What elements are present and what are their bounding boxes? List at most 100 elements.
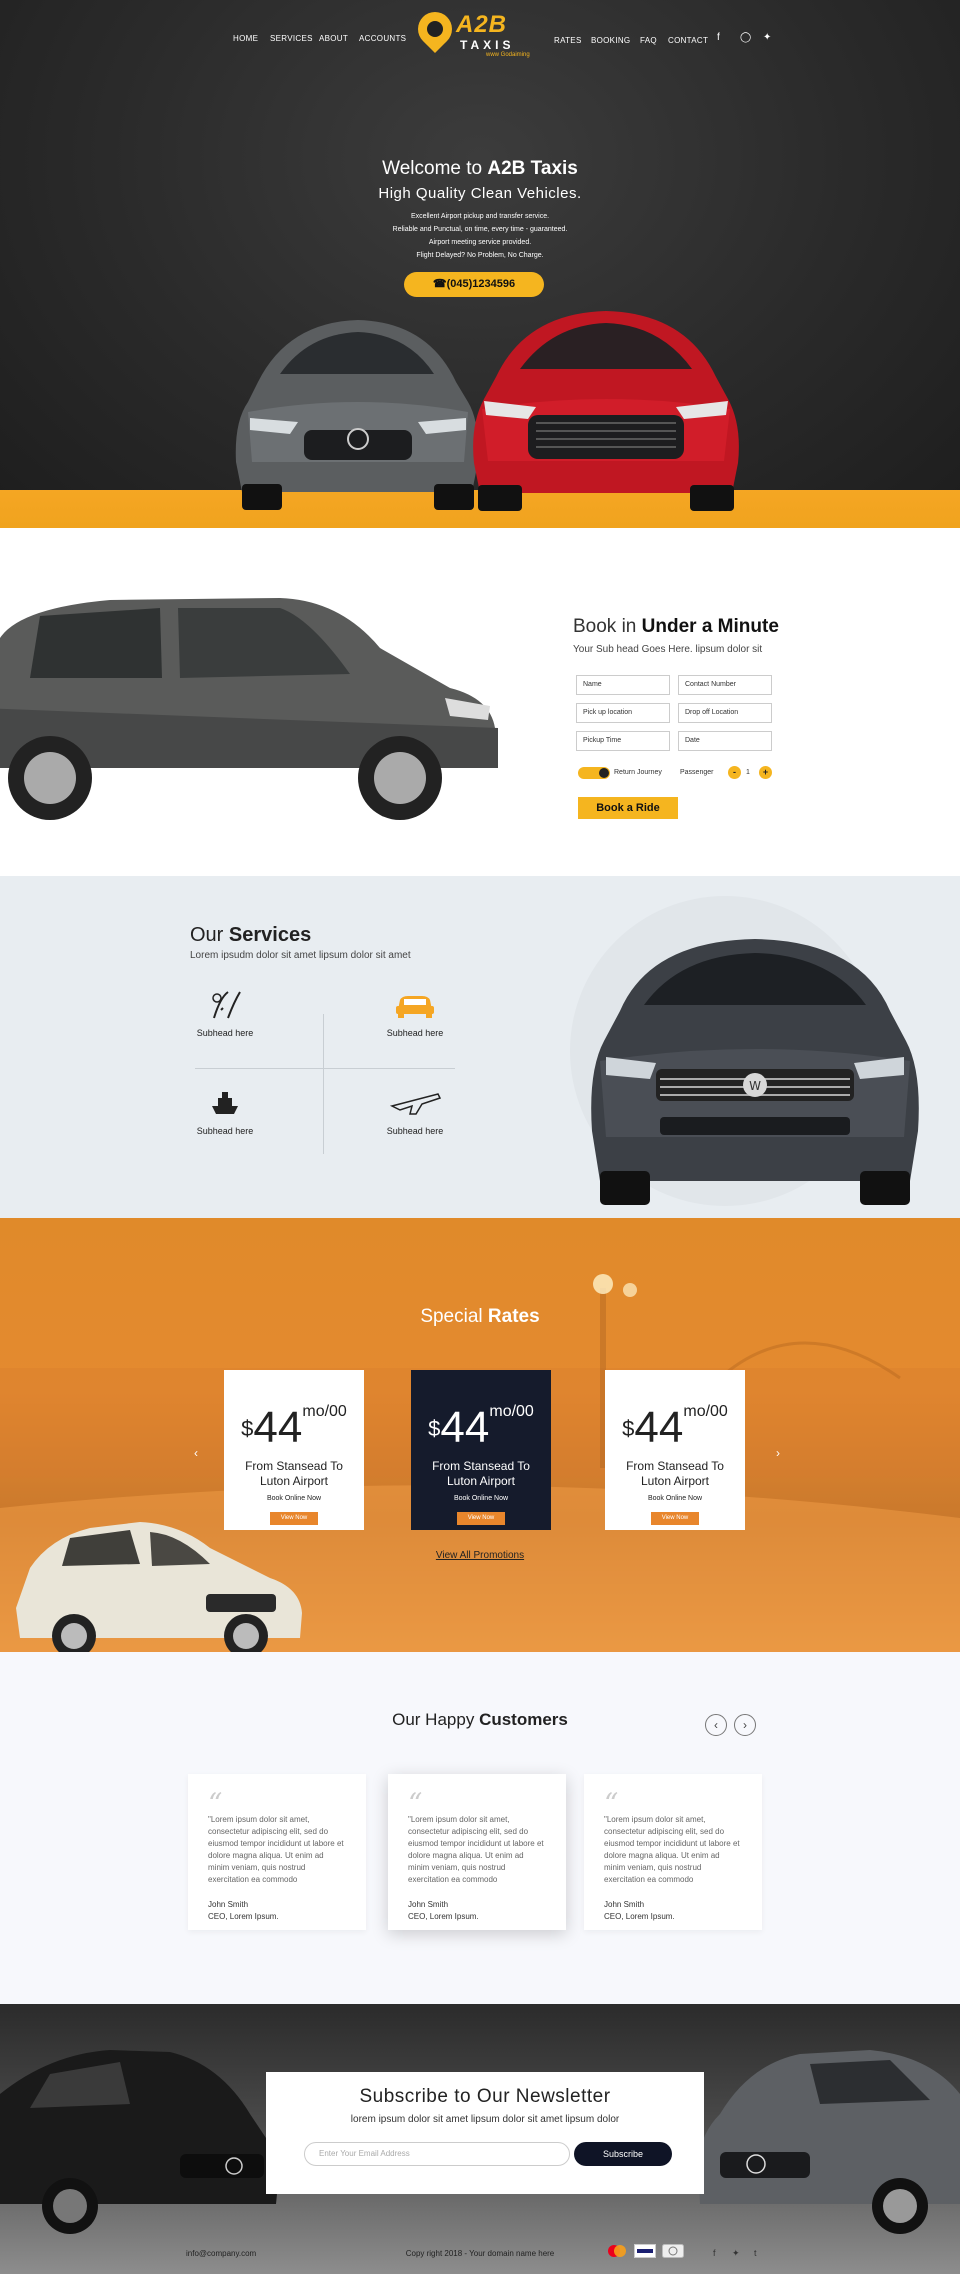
footer-copyright: Copy right 2018 - Your domain name here (405, 2249, 555, 2258)
quote-icon: “ (604, 1787, 619, 1820)
phone-number: (045)1234596 (446, 278, 516, 290)
subscribe-button[interactable]: Subscribe (574, 2142, 672, 2166)
service-item[interactable]: Subhead here (360, 988, 470, 1038)
contact-number-field[interactable]: Contact Number (678, 675, 772, 695)
nav-contact[interactable]: CONTACT (668, 36, 708, 45)
services-title: Our Services (190, 924, 312, 946)
minivan-image (0, 598, 498, 820)
testimonial-card: “ "Lorem ipsum dolor sit amet, consectet… (388, 1774, 566, 1930)
nav-booking[interactable]: BOOKING (591, 36, 630, 45)
date-field[interactable]: Date (678, 731, 772, 751)
instagram-icon[interactable]: ◯ (740, 32, 751, 43)
rate-card[interactable]: $44mo/00 From Stansead To Luton Airport … (605, 1370, 745, 1530)
newsletter-email-input[interactable]: Enter Your Email Address (304, 2142, 570, 2166)
booking-subtitle: Your Sub head Goes Here. lipsum dolor si… (573, 644, 763, 655)
return-journey-toggle[interactable] (578, 767, 610, 779)
svg-text:W: W (749, 1079, 761, 1093)
testimonial-name: John Smith (604, 1900, 645, 1909)
hero-features: Excellent Airport pickup and transfer se… (0, 210, 960, 262)
grey-sedan-right-image (698, 2050, 960, 2234)
service-label: Subhead here (196, 1126, 254, 1136)
testimonial-card: “ "Lorem ipsum dolor sit amet, consectet… (188, 1774, 366, 1930)
testimonial-text: "Lorem ipsum dolor sit amet, consectetur… (208, 1815, 344, 1884)
hero-section: HOME SERVICES ABOUT ACCOUNTS RATES BOOKI… (0, 0, 960, 528)
black-sedan-left-image (0, 2050, 278, 2234)
testimonial-prev-button[interactable]: ‹ (705, 1714, 727, 1736)
return-journey-label: Return Journey (614, 769, 662, 776)
testimonial-role: CEO, Lorem Ipsum. (408, 1912, 479, 1921)
testimonial-name: John Smith (208, 1900, 249, 1909)
testimonial-card: “ "Lorem ipsum dolor sit amet, consectet… (584, 1774, 762, 1930)
testimonials-title: Our Happy Customers (392, 1710, 568, 1729)
mastercard-icon (608, 2245, 626, 2257)
hero-feature-line: Airport meeting service provided. (428, 239, 532, 246)
testimonial-next-button[interactable]: › (734, 1714, 756, 1736)
hero-feature-line: Reliable and Punctual, on time, every ti… (392, 226, 568, 233)
service-item[interactable]: Subhead here (360, 1086, 470, 1136)
view-now-button[interactable]: View Now (651, 1512, 699, 1525)
rate-card[interactable]: $44mo/00 From Stansead To Luton Airport … (411, 1370, 551, 1530)
visa-icon (634, 2244, 656, 2258)
newsletter-section: Subscribe to Our Newsletter lorem ipsum … (0, 2004, 960, 2274)
nav-services[interactable]: SERVICES (270, 34, 313, 43)
newsletter-title: Subscribe to Our Newsletter (359, 2086, 611, 2107)
logo-tag: www Godaiming (486, 52, 530, 58)
passenger-label: Passenger (680, 769, 714, 776)
rates-title: Special Rates (420, 1306, 540, 1327)
nav-accounts[interactable]: ACCOUNTS (359, 34, 406, 43)
footer-facebook-icon[interactable]: f (713, 2248, 716, 2258)
pickup-time-field[interactable]: Pickup Time (576, 731, 670, 751)
booking-section: Book in Under a Minute Your Sub head Goe… (0, 528, 960, 876)
service-label: Subhead here (386, 1028, 444, 1038)
ship-icon (212, 1092, 238, 1114)
quote-icon: “ (408, 1787, 423, 1820)
footer-tumblr-icon[interactable]: t (754, 2248, 757, 2258)
hero-feature-line: Flight Delayed? No Problem, No Charge. (416, 252, 544, 259)
rate-card[interactable]: $44mo/00 From Stansead To Luton Airport … (224, 1370, 364, 1530)
service-item[interactable]: Subhead here (170, 1086, 280, 1136)
logo-sub: TAXIS (460, 38, 515, 52)
rate-route: From Stansead To Luton Airport (245, 1459, 343, 1488)
book-ride-button[interactable]: Book a Ride (578, 797, 678, 819)
footer-twitter-icon[interactable]: ✦ (732, 2248, 740, 2259)
passenger-increase-button[interactable]: + (759, 766, 772, 779)
pickup-location-field[interactable]: Pick up location (576, 703, 670, 723)
passenger-count: 1 (746, 769, 750, 776)
rates-next-arrow[interactable]: › (776, 1446, 780, 1460)
special-rates-section: Special Rates ‹ › $44mo/00 From Stansead… (0, 1218, 960, 1652)
rates-prev-arrow[interactable]: ‹ (194, 1446, 198, 1460)
booking-title: Book in Under a Minute (573, 616, 779, 637)
passenger-decrease-button[interactable]: - (728, 766, 741, 779)
red-sedan-image (473, 311, 739, 511)
rate-price: $44mo/00 (622, 1403, 728, 1452)
testimonial-text: "Lorem ipsum dolor sit amet, consectetur… (604, 1815, 740, 1884)
location-pin-icon (410, 4, 460, 54)
newsletter-box: Subscribe to Our Newsletter lorem ipsum … (266, 2072, 704, 2194)
testimonial-role: CEO, Lorem Ipsum. (208, 1912, 279, 1921)
service-item[interactable]: Subhead here (170, 988, 280, 1038)
nav-home[interactable]: HOME (233, 34, 258, 43)
services-subtitle: Lorem ipsudm dolor sit amet lipsum dolor… (190, 950, 411, 961)
rate-route: From Stansead To Luton Airport (432, 1459, 530, 1488)
hero-subtitle: High Quality Clean Vehicles. (378, 185, 582, 202)
site-logo[interactable]: A2B TAXIS www Godaiming (410, 4, 542, 66)
nav-faq[interactable]: FAQ (640, 36, 657, 45)
facebook-icon[interactable]: f (717, 32, 720, 43)
road-icon (212, 991, 241, 1019)
dropoff-location-field[interactable]: Drop off Location (678, 703, 772, 723)
nav-about[interactable]: ABOUT (319, 34, 348, 43)
hero-feature-line: Excellent Airport pickup and transfer se… (410, 213, 550, 220)
twitter-icon[interactable]: ✦ (763, 32, 771, 43)
grey-sedan-image (235, 320, 479, 510)
vw-sedan-image: W (591, 939, 919, 1205)
testimonial-text: "Lorem ipsum dolor sit amet, consectetur… (408, 1815, 544, 1884)
testimonial-name: John Smith (408, 1900, 449, 1909)
name-field[interactable]: Name (576, 675, 670, 695)
nav-rates[interactable]: RATES (554, 36, 582, 45)
call-button[interactable]: ☎(045)1234596 (404, 272, 544, 297)
view-now-button[interactable]: View Now (457, 1512, 505, 1525)
logo-brand: A2B (456, 11, 508, 38)
phone-icon: ☎ (432, 278, 447, 290)
book-online-label: Book Online Now (453, 1495, 509, 1502)
book-online-label: Book Online Now (266, 1495, 322, 1502)
